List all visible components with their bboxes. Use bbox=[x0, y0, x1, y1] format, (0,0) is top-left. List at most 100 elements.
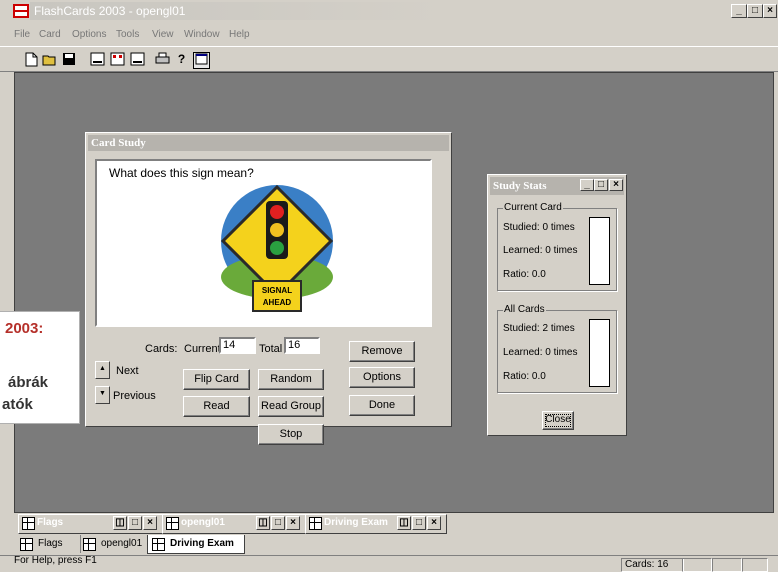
print-icon[interactable] bbox=[155, 52, 170, 67]
minimized-window-driving-exam[interactable]: Driving Exam ◫ □ × bbox=[305, 514, 447, 534]
app-title: FlashCards 2003 - opengl01 bbox=[34, 4, 186, 18]
card-list-icon[interactable] bbox=[130, 52, 145, 67]
current-card-field[interactable]: 14 bbox=[219, 337, 256, 354]
read-group-button[interactable]: Read Group bbox=[258, 396, 324, 417]
remove-button[interactable]: Remove bbox=[349, 341, 415, 362]
cards-label: Cards: bbox=[145, 343, 178, 355]
overlay-line-2: ábrák bbox=[8, 374, 49, 391]
open-folder-icon[interactable] bbox=[42, 52, 57, 67]
overlay-line-3: atók bbox=[2, 396, 33, 413]
menu-tools[interactable]: Tools bbox=[116, 29, 139, 40]
current-learned: Learned: 0 times bbox=[503, 245, 578, 256]
current-studied: Studied: 0 times bbox=[503, 222, 575, 233]
total-cards-field[interactable]: 16 bbox=[284, 337, 320, 354]
card-study-title: Card Study bbox=[88, 135, 449, 151]
menu-options[interactable]: Options bbox=[72, 29, 106, 40]
all-learned: Learned: 0 times bbox=[503, 347, 578, 358]
card-view-icon[interactable] bbox=[90, 52, 105, 67]
done-button[interactable]: Done bbox=[349, 395, 415, 416]
stats-minimize-button[interactable]: _ bbox=[580, 179, 594, 191]
sign-text-signal: SIGNAL bbox=[262, 286, 292, 295]
next-arrow-icon[interactable]: ▲ bbox=[95, 361, 110, 379]
all-ratio-bar bbox=[589, 319, 610, 387]
restore-button[interactable]: ◫ bbox=[113, 516, 127, 530]
maximize-button[interactable]: □ bbox=[271, 516, 285, 530]
new-file-icon[interactable] bbox=[24, 52, 39, 67]
close-button[interactable]: × bbox=[427, 516, 441, 530]
read-button[interactable]: Read bbox=[183, 396, 250, 417]
restore-button[interactable]: ◫ bbox=[256, 516, 270, 530]
window-icon[interactable] bbox=[193, 52, 210, 69]
close-stats-button[interactable]: Close bbox=[542, 411, 574, 430]
menu-file[interactable]: File bbox=[14, 29, 30, 40]
previous-label: Previous bbox=[113, 390, 156, 402]
signal-ahead-sign-image: SIGNAL AHEAD bbox=[220, 184, 334, 312]
current-card-group: Current Card Studied: 0 times Learned: 0… bbox=[497, 202, 617, 291]
maximize-button[interactable]: □ bbox=[412, 516, 426, 530]
minimized-window-opengl01[interactable]: opengl01 ◫ □ × bbox=[162, 514, 306, 534]
app-titlebar: FlashCards 2003 - opengl01 _ □ × bbox=[0, 0, 778, 22]
tab-opengl01[interactable]: opengl01 bbox=[80, 535, 151, 553]
card-study-window: Card Study What does this sign mean? SIG… bbox=[85, 132, 452, 445]
window-tab-bar: Flags opengl01 Driving Exam bbox=[14, 534, 774, 554]
minimized-title-flags: Flags bbox=[37, 517, 64, 528]
close-button[interactable]: × bbox=[286, 516, 300, 530]
restore-button[interactable]: ◫ bbox=[397, 516, 411, 530]
card-display: What does this sign mean? SIGNAL AHEAD bbox=[95, 159, 432, 327]
random-button[interactable]: Random bbox=[258, 369, 324, 390]
app-icon bbox=[13, 4, 29, 18]
stats-maximize-button[interactable]: □ bbox=[594, 179, 608, 191]
save-icon[interactable] bbox=[61, 52, 76, 67]
all-studied: Studied: 2 times bbox=[503, 323, 575, 334]
status-panel bbox=[712, 558, 742, 572]
grid-window-icon bbox=[152, 538, 165, 551]
previous-arrow-icon[interactable]: ▼ bbox=[95, 386, 110, 404]
tab-flags[interactable]: Flags bbox=[20, 535, 86, 553]
all-cards-group: All Cards Studied: 2 times Learned: 0 ti… bbox=[497, 304, 617, 393]
status-panel bbox=[742, 558, 768, 572]
minimized-window-flags[interactable]: Flags ◫ □ × bbox=[18, 514, 163, 534]
minimize-button[interactable]: _ bbox=[731, 4, 747, 18]
next-label: Next bbox=[116, 365, 139, 377]
maximize-button[interactable]: □ bbox=[747, 4, 763, 18]
close-button[interactable]: × bbox=[143, 516, 157, 530]
card-grid-icon[interactable] bbox=[110, 52, 125, 67]
grid-window-icon bbox=[83, 538, 96, 551]
tab-label-opengl01: opengl01 bbox=[101, 538, 143, 549]
flip-card-button[interactable]: Flip Card bbox=[183, 369, 250, 390]
tab-driving-exam[interactable]: Driving Exam bbox=[147, 535, 245, 554]
menubar: File Card Options Tools View Window Help bbox=[0, 22, 778, 46]
help-icon[interactable]: ? bbox=[174, 52, 189, 67]
minimized-title-driving-exam: Driving Exam bbox=[324, 517, 388, 528]
close-button[interactable]: × bbox=[763, 4, 777, 18]
options-button[interactable]: Options bbox=[349, 367, 415, 388]
maximize-button[interactable]: □ bbox=[128, 516, 142, 530]
sign-text-ahead: AHEAD bbox=[263, 298, 292, 307]
menu-help[interactable]: Help bbox=[229, 29, 250, 40]
stop-button[interactable]: Stop bbox=[258, 424, 324, 445]
total-label: Total bbox=[259, 343, 283, 355]
status-cards-panel: Cards: 16 bbox=[621, 558, 684, 572]
minimized-title-opengl01: opengl01 bbox=[181, 517, 225, 528]
grid-window-icon bbox=[309, 517, 322, 530]
current-card-group-title: Current Card bbox=[503, 202, 563, 213]
card-question: What does this sign mean? bbox=[109, 166, 254, 180]
all-ratio: Ratio: 0.0 bbox=[503, 371, 546, 382]
tab-label-flags: Flags bbox=[38, 538, 63, 549]
grid-window-icon bbox=[22, 517, 35, 530]
status-bar: For Help, press F1 Cards: 16 bbox=[0, 555, 778, 572]
overlay-text-box: 2003: ábrák atók bbox=[0, 311, 80, 424]
menu-window[interactable]: Window bbox=[184, 29, 220, 40]
study-stats-window: Study Stats _ □ × Current Card Studied: … bbox=[487, 174, 627, 436]
all-cards-group-title: All Cards bbox=[503, 304, 546, 315]
grid-window-icon bbox=[20, 538, 33, 551]
grid-window-icon bbox=[166, 517, 179, 530]
toolbar: ? bbox=[0, 46, 778, 72]
current-ratio-bar bbox=[589, 217, 610, 285]
stats-close-button[interactable]: × bbox=[609, 179, 623, 191]
overlay-line-1: 2003: bbox=[5, 320, 44, 337]
tab-label-driving-exam: Driving Exam bbox=[170, 538, 234, 549]
menu-card[interactable]: Card bbox=[39, 29, 61, 40]
status-panel bbox=[682, 558, 712, 572]
menu-view[interactable]: View bbox=[152, 29, 174, 40]
